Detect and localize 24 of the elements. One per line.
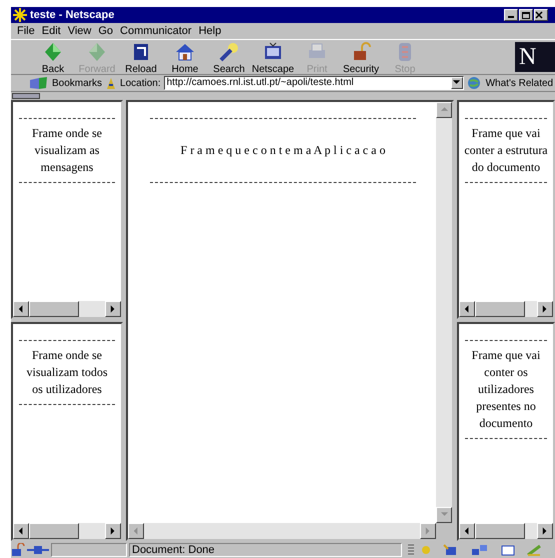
whats-related-button[interactable]: What's Related	[486, 76, 554, 90]
location-label: Location:	[120, 76, 161, 90]
frame-description: Frame que vai conter a estrutura do documento	[463, 125, 549, 176]
menu-item[interactable]: Communicator	[118, 22, 194, 40]
toolbar-button[interactable]: Home	[163, 40, 207, 74]
menu-item[interactable]: Edit	[40, 22, 63, 40]
toolbar-button[interactable]: Reload	[119, 40, 163, 74]
menu-item[interactable]: Go	[96, 22, 116, 40]
frame-description: Frame onde se visualizam as mensagens	[31, 125, 103, 176]
url-field[interactable]: http://camoes.rnl.ist.utl.pt/~apoli/teste.html	[164, 76, 464, 90]
frame-title: F r a m e q u e c o n t e m a A p l i c a c a o	[180, 142, 386, 159]
menu-item[interactable]: Help	[196, 22, 224, 40]
bookmarks-button[interactable]: Bookmarks	[52, 76, 102, 90]
status-text: Document: Done	[129, 543, 402, 557]
frame-description: Frame que vai conter os utilizadores presentes no documento	[470, 347, 542, 432]
menu-item[interactable]: View	[66, 22, 94, 40]
frame-description: Frame onde se visualizam todos os utilizadores	[26, 347, 108, 398]
toolbar-button[interactable]: Back	[31, 40, 75, 74]
menu-item[interactable]: File	[15, 22, 37, 40]
toolbar-button[interactable]: Search	[207, 40, 251, 74]
toolbar-button[interactable]: Netscape	[251, 40, 295, 74]
netscape-logo: N	[515, 42, 555, 72]
toolbar-button[interactable]: Security	[339, 40, 383, 74]
window-title: teste - Netscape	[30, 8, 116, 23]
